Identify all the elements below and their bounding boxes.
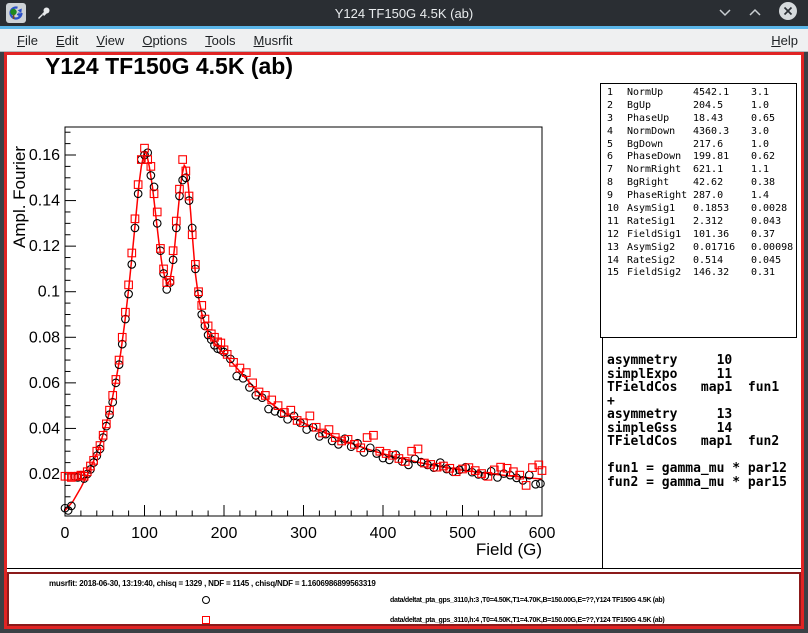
param-row: 5BgDown217.61.0 — [601, 139, 796, 152]
menu-help[interactable]: Help — [762, 33, 800, 48]
menu-tools[interactable]: Tools — [196, 33, 244, 48]
param-rows: 1NormUp4542.13.12BgUp204.51.03PhaseUp18.… — [601, 87, 796, 280]
svg-text:200: 200 — [211, 525, 238, 542]
fit-parameter-box: 1NormUp4542.13.12BgUp204.51.03PhaseUp18.… — [600, 83, 797, 338]
minimize-icon[interactable] — [718, 4, 732, 22]
svg-text:0.02: 0.02 — [29, 466, 60, 483]
menu-view[interactable]: View — [87, 33, 133, 48]
svg-text:500: 500 — [449, 525, 476, 542]
app-icon — [6, 3, 26, 28]
legend-pad[interactable]: musrfit: 2018-06-30, 13:19:40, chisq = 1… — [7, 572, 801, 626]
musrview-window: { "window": { "title": "Y124 TF150G 4.5K… — [0, 0, 808, 633]
legend-label-2: data/deltat_pta_gps_3110,h:4 ,T0=4.50K,T… — [390, 617, 664, 624]
param-row: 2BgUp204.51.0 — [601, 100, 796, 113]
pad-separator — [7, 568, 801, 569]
svg-text:0.06: 0.06 — [29, 375, 60, 392]
svg-text:0.16: 0.16 — [29, 147, 60, 164]
svg-text:300: 300 — [290, 525, 317, 542]
svg-text:400: 400 — [370, 525, 397, 542]
menu-edit[interactable]: Edit — [47, 33, 87, 48]
svg-text:0.08: 0.08 — [29, 329, 60, 346]
param-row: 14RateSig20.5140.045 — [601, 255, 796, 268]
svg-text:100: 100 — [131, 525, 158, 542]
svg-text:Ampl. Fourier: Ampl. Fourier — [10, 146, 29, 248]
svg-text:0.14: 0.14 — [29, 193, 60, 210]
svg-text:0.04: 0.04 — [29, 420, 60, 437]
param-row: 10AsymSig10.18530.0028 — [601, 203, 796, 216]
close-icon[interactable] — [778, 1, 798, 26]
open-circle-marker — [202, 596, 210, 604]
param-row: 1NormUp4542.13.1 — [601, 87, 796, 100]
theory-box: asymmetry 10 simplExpo 11 TFieldCos map1… — [602, 338, 797, 568]
param-row: 11RateSig12.3120.043 — [601, 216, 796, 229]
svg-text:0.1: 0.1 — [38, 284, 60, 301]
titlebar[interactable]: Y124 TF150G 4.5K (ab) — [0, 0, 808, 26]
param-row: 6PhaseDown199.810.62 — [601, 151, 796, 164]
menu-musrfit[interactable]: Musrfit — [245, 33, 302, 48]
param-row: 7NormRight621.11.1 — [601, 164, 796, 177]
param-row: 13AsymSig20.017160.00098 — [601, 242, 796, 255]
maximize-icon[interactable] — [748, 4, 762, 22]
menu-file[interactable]: File — [8, 33, 47, 48]
param-row: 9PhaseRight287.01.4 — [601, 190, 796, 203]
svg-text:0: 0 — [61, 525, 70, 542]
param-row: 15FieldSig2146.320.31 — [601, 267, 796, 280]
fit-stats-line: musrfit: 2018-06-30, 13:19:40, chisq = 1… — [49, 579, 376, 588]
param-row: 4NormDown4360.33.0 — [601, 126, 796, 139]
svg-text:Field (G): Field (G) — [476, 540, 542, 559]
legend-entry-2: data/deltat_pta_gps_3110,h:4 ,T0=4.50K,T… — [9, 615, 799, 627]
open-square-marker — [202, 616, 210, 624]
svg-text:0.12: 0.12 — [29, 238, 60, 255]
param-row: 3PhaseUp18.430.65 — [601, 113, 796, 126]
param-row: 8BgRight42.620.38 — [601, 177, 796, 190]
legend-entry-1: data/deltat_pta_gps_3110,h:3 ,T0=4.50K,T… — [9, 595, 799, 607]
pin-icon[interactable] — [36, 5, 52, 26]
menu-options[interactable]: Options — [133, 33, 196, 48]
window-title: Y124 TF150G 4.5K (ab) — [335, 6, 474, 21]
menubar: FileEditViewOptionsToolsMusrfit Help — [0, 29, 808, 52]
menubar-items: FileEditViewOptionsToolsMusrfit — [8, 33, 302, 48]
root-canvas[interactable]: Y124 TF150G 4.5K (ab) 010020030040050060… — [4, 52, 804, 629]
param-row: 12FieldSig1101.360.37 — [601, 229, 796, 242]
legend-label-1: data/deltat_pta_gps_3110,h:3 ,T0=4.50K,T… — [390, 597, 664, 604]
theory-text: asymmetry 10 simplExpo 11 TFieldCos map1… — [603, 338, 797, 489]
